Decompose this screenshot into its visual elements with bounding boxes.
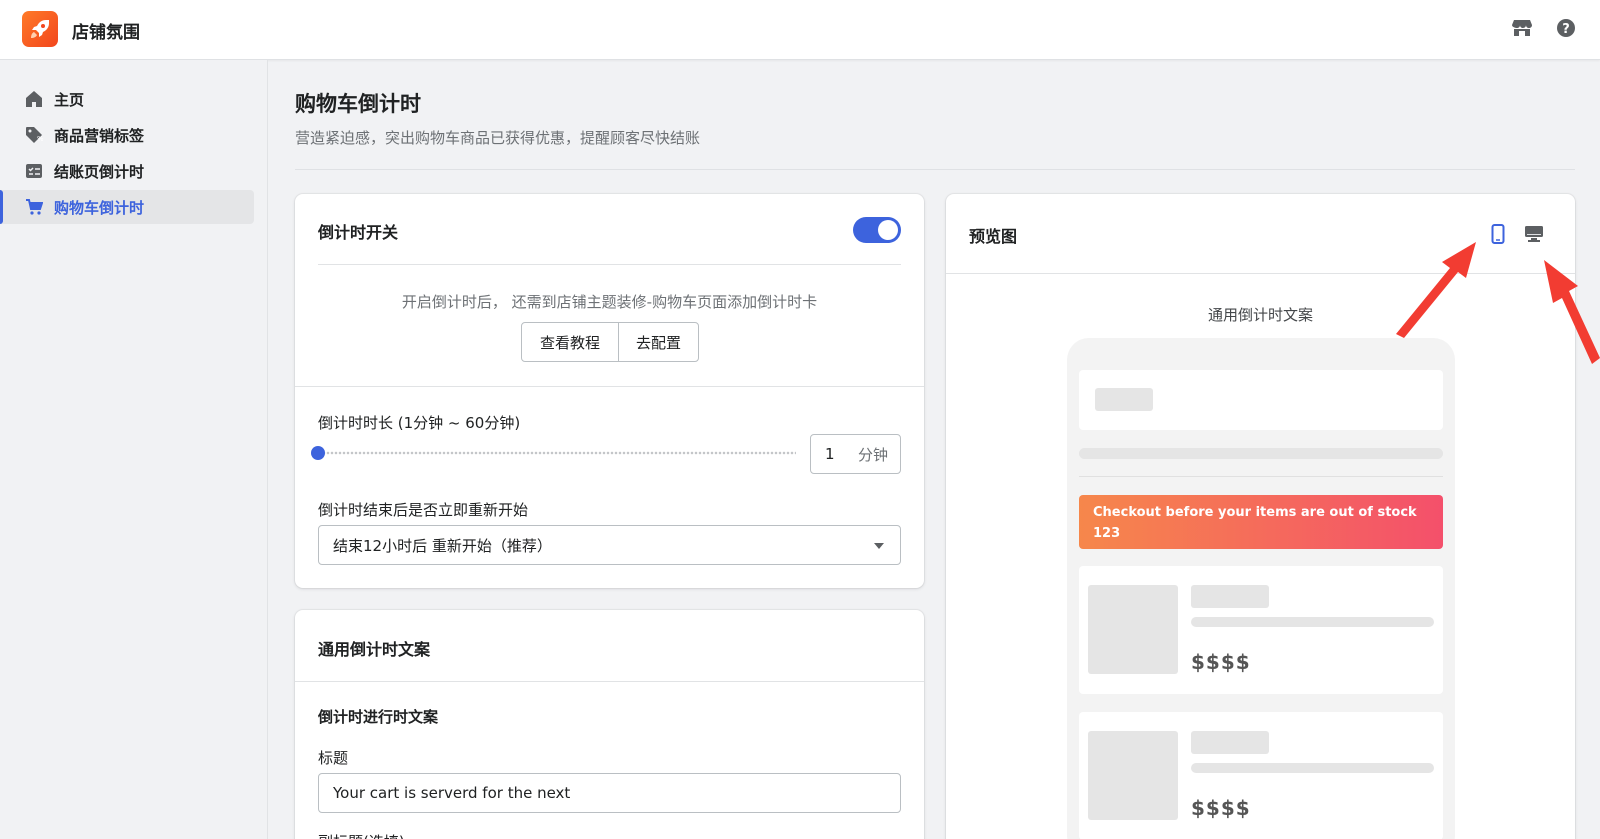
- help-icon[interactable]: ?: [1554, 16, 1578, 40]
- preview-title: 预览图: [969, 227, 1018, 246]
- checklist-icon: [24, 161, 44, 181]
- product-text-placeholder: [1191, 617, 1434, 627]
- sidebar-item-label: 结账页倒计时: [54, 162, 145, 181]
- duration-unit: 分钟: [857, 445, 888, 464]
- restart-select-value: 结束12小时后 重新开始（推荐）: [333, 536, 552, 555]
- countdown-banner-preview: Checkout before your items are out of st…: [1079, 495, 1443, 549]
- svg-text:?: ?: [1562, 22, 1570, 37]
- subtitle-field-label: 副标题(选填): [318, 831, 405, 839]
- preview-placeholder-bar: [1079, 448, 1443, 459]
- sidebar-item-checkout-timer[interactable]: 结账页倒计时: [0, 154, 254, 188]
- header-divider: [295, 169, 1575, 170]
- card-divider: [318, 264, 901, 265]
- copy-card-title: 通用倒计时文案: [318, 640, 431, 659]
- chevron-down-icon: [874, 543, 884, 549]
- preview-placeholder: [1095, 388, 1153, 411]
- desktop-icon[interactable]: [1522, 222, 1546, 246]
- mobile-icon[interactable]: [1486, 222, 1510, 246]
- svg-text:%: %: [37, 135, 43, 143]
- tag-icon: %: [24, 125, 44, 145]
- restart-label: 倒计时结束后是否立即重新开始: [318, 501, 529, 519]
- sidebar: 主页 % 商品营销标签 结账页倒计时 购物车倒计时: [0, 60, 268, 839]
- page-subtitle: 营造紧迫感，突出购物车商品已获得优惠，提醒顾客尽快结账: [295, 129, 701, 147]
- copy-section-label: 倒计时进行时文案: [318, 708, 439, 726]
- preview-line: [1079, 476, 1443, 477]
- title-input[interactable]: [318, 773, 901, 813]
- switch-hint: 开启倒计时后， 还需到店铺主题装修-购物车页面添加倒计时卡: [401, 293, 818, 311]
- banner-timer: 123: [1093, 526, 1121, 541]
- product-title-placeholder: [1191, 731, 1269, 754]
- sidebar-item-label: 主页: [54, 90, 85, 109]
- view-tutorial-button[interactable]: 查看教程: [521, 322, 619, 362]
- banner-text: Checkout before your items are out of st…: [1093, 505, 1417, 520]
- duration-input[interactable]: 1 分钟: [810, 434, 901, 474]
- app-logo: [22, 11, 58, 47]
- product-price: $$$$: [1191, 796, 1251, 820]
- cart-icon: [24, 197, 44, 217]
- title-field-label: 标题: [318, 749, 349, 767]
- top-bar: 店铺氛围 ?: [0, 0, 1600, 60]
- home-icon: [24, 89, 44, 109]
- sidebar-item-label: 购物车倒计时: [54, 198, 145, 217]
- annotation-arrow-icon: [1396, 242, 1476, 338]
- product-image-placeholder: [1088, 585, 1178, 674]
- section-divider: [295, 386, 924, 387]
- go-configure-button[interactable]: 去配置: [618, 322, 699, 362]
- product-title-placeholder: [1191, 585, 1269, 608]
- restart-select[interactable]: 结束12小时后 重新开始（推荐）: [318, 525, 901, 565]
- product-image-placeholder: [1088, 731, 1178, 820]
- switch-card-title: 倒计时开关: [318, 223, 399, 242]
- app-name: 店铺氛围: [72, 23, 140, 43]
- sidebar-item-product-tags[interactable]: % 商品营销标签: [0, 118, 254, 152]
- product-price: $$$$: [1191, 650, 1251, 674]
- sidebar-item-label: 商品营销标签: [54, 126, 145, 145]
- duration-slider-thumb[interactable]: [311, 446, 325, 460]
- rocket-icon: [31, 20, 49, 38]
- duration-label: 倒计时时长 (1分钟 ~ 60分钟): [318, 414, 521, 432]
- duration-slider-track[interactable]: [318, 450, 796, 456]
- annotation-arrow-icon: [1544, 260, 1600, 364]
- product-text-placeholder: [1191, 763, 1434, 773]
- page-title: 购物车倒计时: [295, 92, 421, 116]
- sidebar-item-cart-timer[interactable]: 购物车倒计时: [0, 190, 254, 224]
- countdown-toggle[interactable]: [853, 217, 901, 243]
- duration-value: 1: [825, 445, 835, 463]
- copy-card-divider: [295, 681, 924, 682]
- sidebar-item-home[interactable]: 主页: [0, 82, 254, 116]
- store-icon[interactable]: [1510, 16, 1534, 40]
